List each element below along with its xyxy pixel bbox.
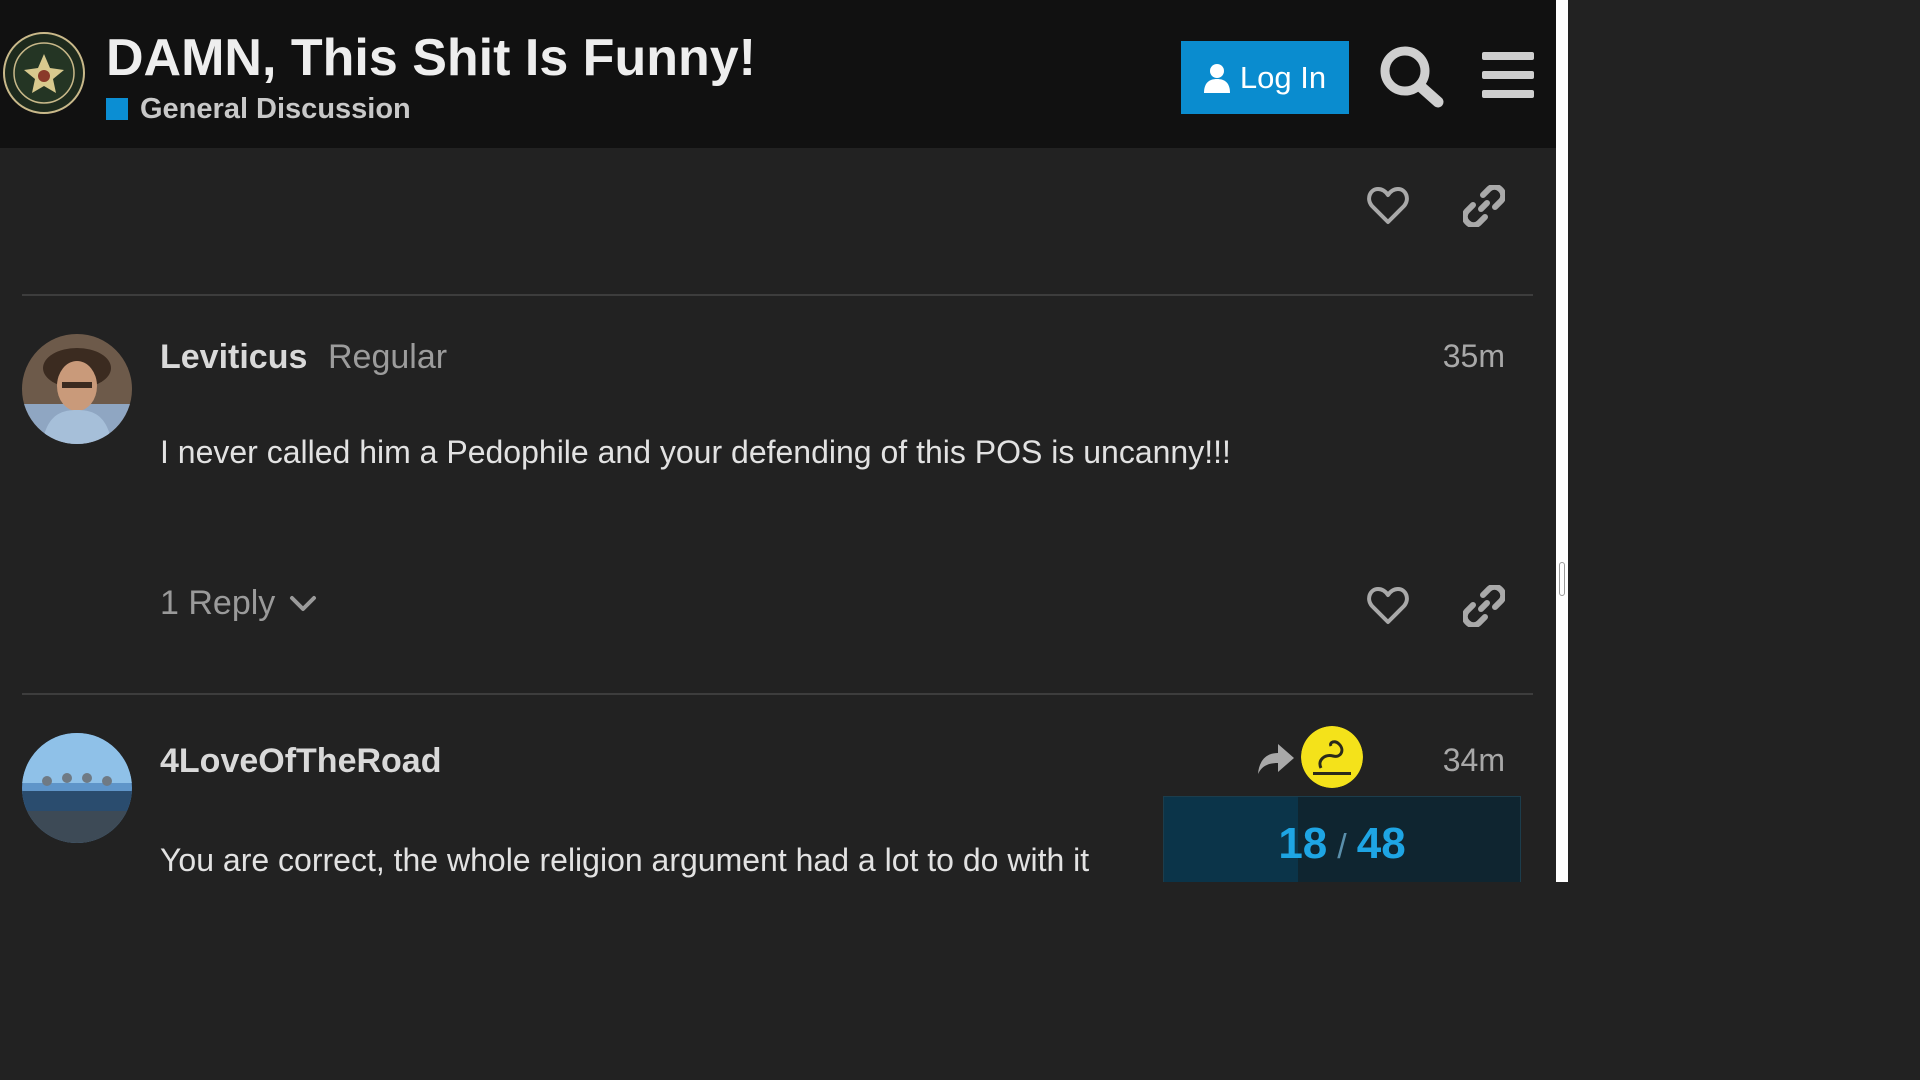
post-divider [22,693,1533,695]
user-title: Regular [328,338,448,376]
like-button[interactable] [1364,182,1412,230]
avatar[interactable] [22,733,132,843]
post-username[interactable]: 4LoveOfTheRoad [160,742,441,781]
reply-arrow-icon [1258,744,1294,774]
link-icon [1463,185,1505,227]
hamburger-menu-button[interactable] [1480,48,1536,102]
like-button[interactable] [1364,582,1412,630]
post-body: You are correct, the whole religion argu… [160,842,1090,878]
post-timestamp[interactable]: 34m [1425,742,1505,779]
topic-progress-counter: 18/48 [1164,819,1520,869]
reply-to-indicator[interactable] [1252,735,1300,783]
progress-separator: / [1337,828,1347,866]
scrollbar-thumb[interactable] [1559,562,1565,596]
search-button[interactable] [1378,44,1444,108]
avatar[interactable] [22,334,132,444]
link-icon [1463,585,1505,627]
reply-to-avatar[interactable] [1301,726,1363,788]
category-label: General Discussion [140,92,411,125]
site-header: DAMN, This Shit Is Funny! General Discus… [0,0,1556,148]
login-button[interactable]: Log In [1181,41,1349,114]
heart-icon [1367,587,1409,624]
chevron-down-icon [290,595,317,611]
post-body: I never called him a Pedophile and your … [160,434,1231,470]
user-icon [1203,63,1230,93]
post-username[interactable]: Leviticus [160,338,307,377]
login-label: Log In [1239,59,1327,95]
search-icon [1380,46,1444,108]
category-color-square [106,98,128,120]
post-timestamp[interactable]: 35m [1425,338,1505,375]
post-divider [22,294,1533,296]
topic-progress[interactable]: 18/48 [1163,796,1521,882]
share-link-button[interactable] [1460,582,1508,630]
category-badge[interactable]: General Discussion [106,92,411,126]
topic-title[interactable]: DAMN, This Shit Is Funny! [106,28,756,88]
site-logo[interactable] [3,32,85,114]
total-post-count: 48 [1356,819,1406,868]
hamburger-menu-icon [1482,52,1534,98]
share-link-button[interactable] [1460,182,1508,230]
current-post-number: 18 [1278,819,1328,868]
heart-icon [1367,187,1409,224]
page-scrollbar[interactable] [1556,0,1568,882]
show-replies-button[interactable]: 1 Reply [160,584,317,623]
replies-count-label: 1 Reply [160,584,276,622]
